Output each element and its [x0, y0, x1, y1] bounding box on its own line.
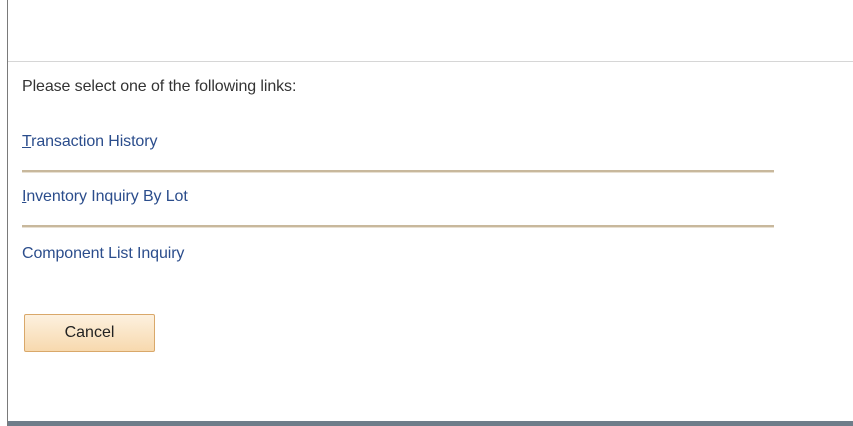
link-row-component-list-inquiry: Component List Inquiry [22, 245, 774, 285]
link-separator [22, 170, 774, 173]
link-label: Component List Inquiry [22, 245, 185, 262]
link-label: nventory Inquiry By Lot [26, 188, 188, 205]
transaction-history-link[interactable]: Transaction History [22, 133, 157, 151]
link-row-inventory-inquiry-by-lot: Inventory Inquiry By Lot [22, 188, 774, 228]
bottom-status-bar [8, 421, 853, 426]
access-key-letter: T [22, 133, 32, 150]
cancel-button[interactable]: Cancel [24, 314, 155, 352]
instruction-text: Please select one of the following links… [22, 78, 297, 95]
header-divider [8, 61, 853, 62]
component-list-inquiry-link[interactable]: Component List Inquiry [22, 245, 184, 263]
inventory-inquiry-by-lot-link[interactable]: Inventory Inquiry By Lot [22, 188, 188, 206]
link-row-transaction-history: Transaction History [22, 133, 774, 173]
link-separator [22, 225, 774, 228]
dialog-frame: Please select one of the following links… [7, 0, 853, 426]
link-label: ransaction History [31, 133, 158, 150]
